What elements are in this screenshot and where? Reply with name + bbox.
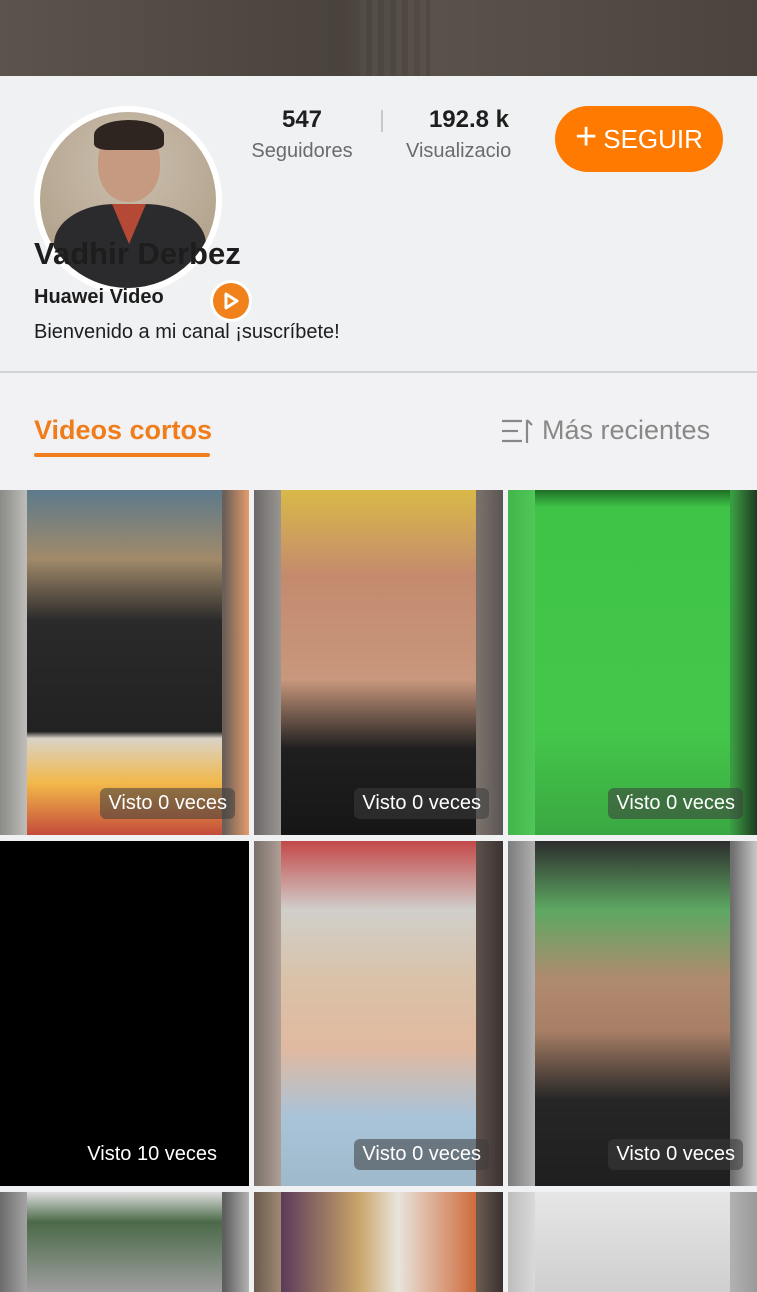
video-thumbnail[interactable]: Visto 0 veces [508, 490, 757, 835]
video-view-count: Visto 0 veces [354, 788, 489, 819]
video-thumbnail[interactable]: Visto 0 veces [0, 490, 249, 835]
verified-creator-icon [210, 280, 252, 322]
video-view-count: Visto 0 veces [608, 788, 743, 819]
profile-banner [0, 0, 757, 76]
followers-stat[interactable]: 547 Seguidores [240, 106, 364, 163]
sort-label: Más recientes [542, 415, 711, 445]
video-thumbnail[interactable]: Visto 0 veces [254, 490, 503, 835]
video-thumbnail[interactable] [0, 1192, 249, 1292]
video-view-count: Visto 0 veces [608, 1139, 743, 1170]
video-thumbnail[interactable]: Visto 0 veces [254, 841, 503, 1186]
sort-selector[interactable]: Más recientes [500, 415, 710, 446]
platform-label: Huawei Video [34, 286, 164, 308]
video-view-count: Visto 0 veces [354, 1139, 489, 1170]
video-view-count: Visto 0 veces [100, 788, 235, 819]
follow-button[interactable]: + SEGUIR [555, 106, 723, 172]
video-thumbnail[interactable] [254, 1192, 503, 1292]
views-stat: 192.8 k Visualizacio [406, 106, 532, 163]
followers-count: 547 [281, 106, 323, 133]
channel-description: Bienvenido a mi canal ¡suscríbete! [34, 321, 340, 343]
stat-divider [381, 110, 383, 132]
channel-name: Vadhir Derbez [34, 236, 241, 271]
profile-header: 547 Seguidores 192.8 k Visualizacio + SE… [0, 76, 757, 371]
follow-button-label: SEGUIR [603, 123, 703, 154]
video-thumbnail[interactable]: Visto 10 veces [0, 841, 249, 1186]
views-label: Visualizacio [406, 140, 512, 162]
tab-videos-cortos[interactable]: Videos cortos [34, 415, 212, 446]
plus-icon: + [575, 116, 598, 158]
views-count: 192.8 k [428, 106, 510, 133]
video-thumbnail[interactable] [508, 1192, 757, 1292]
sort-icon [502, 418, 533, 443]
active-tab-indicator [34, 453, 210, 457]
tabs-bar: Videos cortos Más recientes [0, 373, 757, 490]
video-thumbnail[interactable]: Visto 0 veces [508, 841, 757, 1186]
followers-label: Seguidores [251, 140, 353, 162]
video-view-count: Visto 10 veces [87, 1143, 217, 1165]
